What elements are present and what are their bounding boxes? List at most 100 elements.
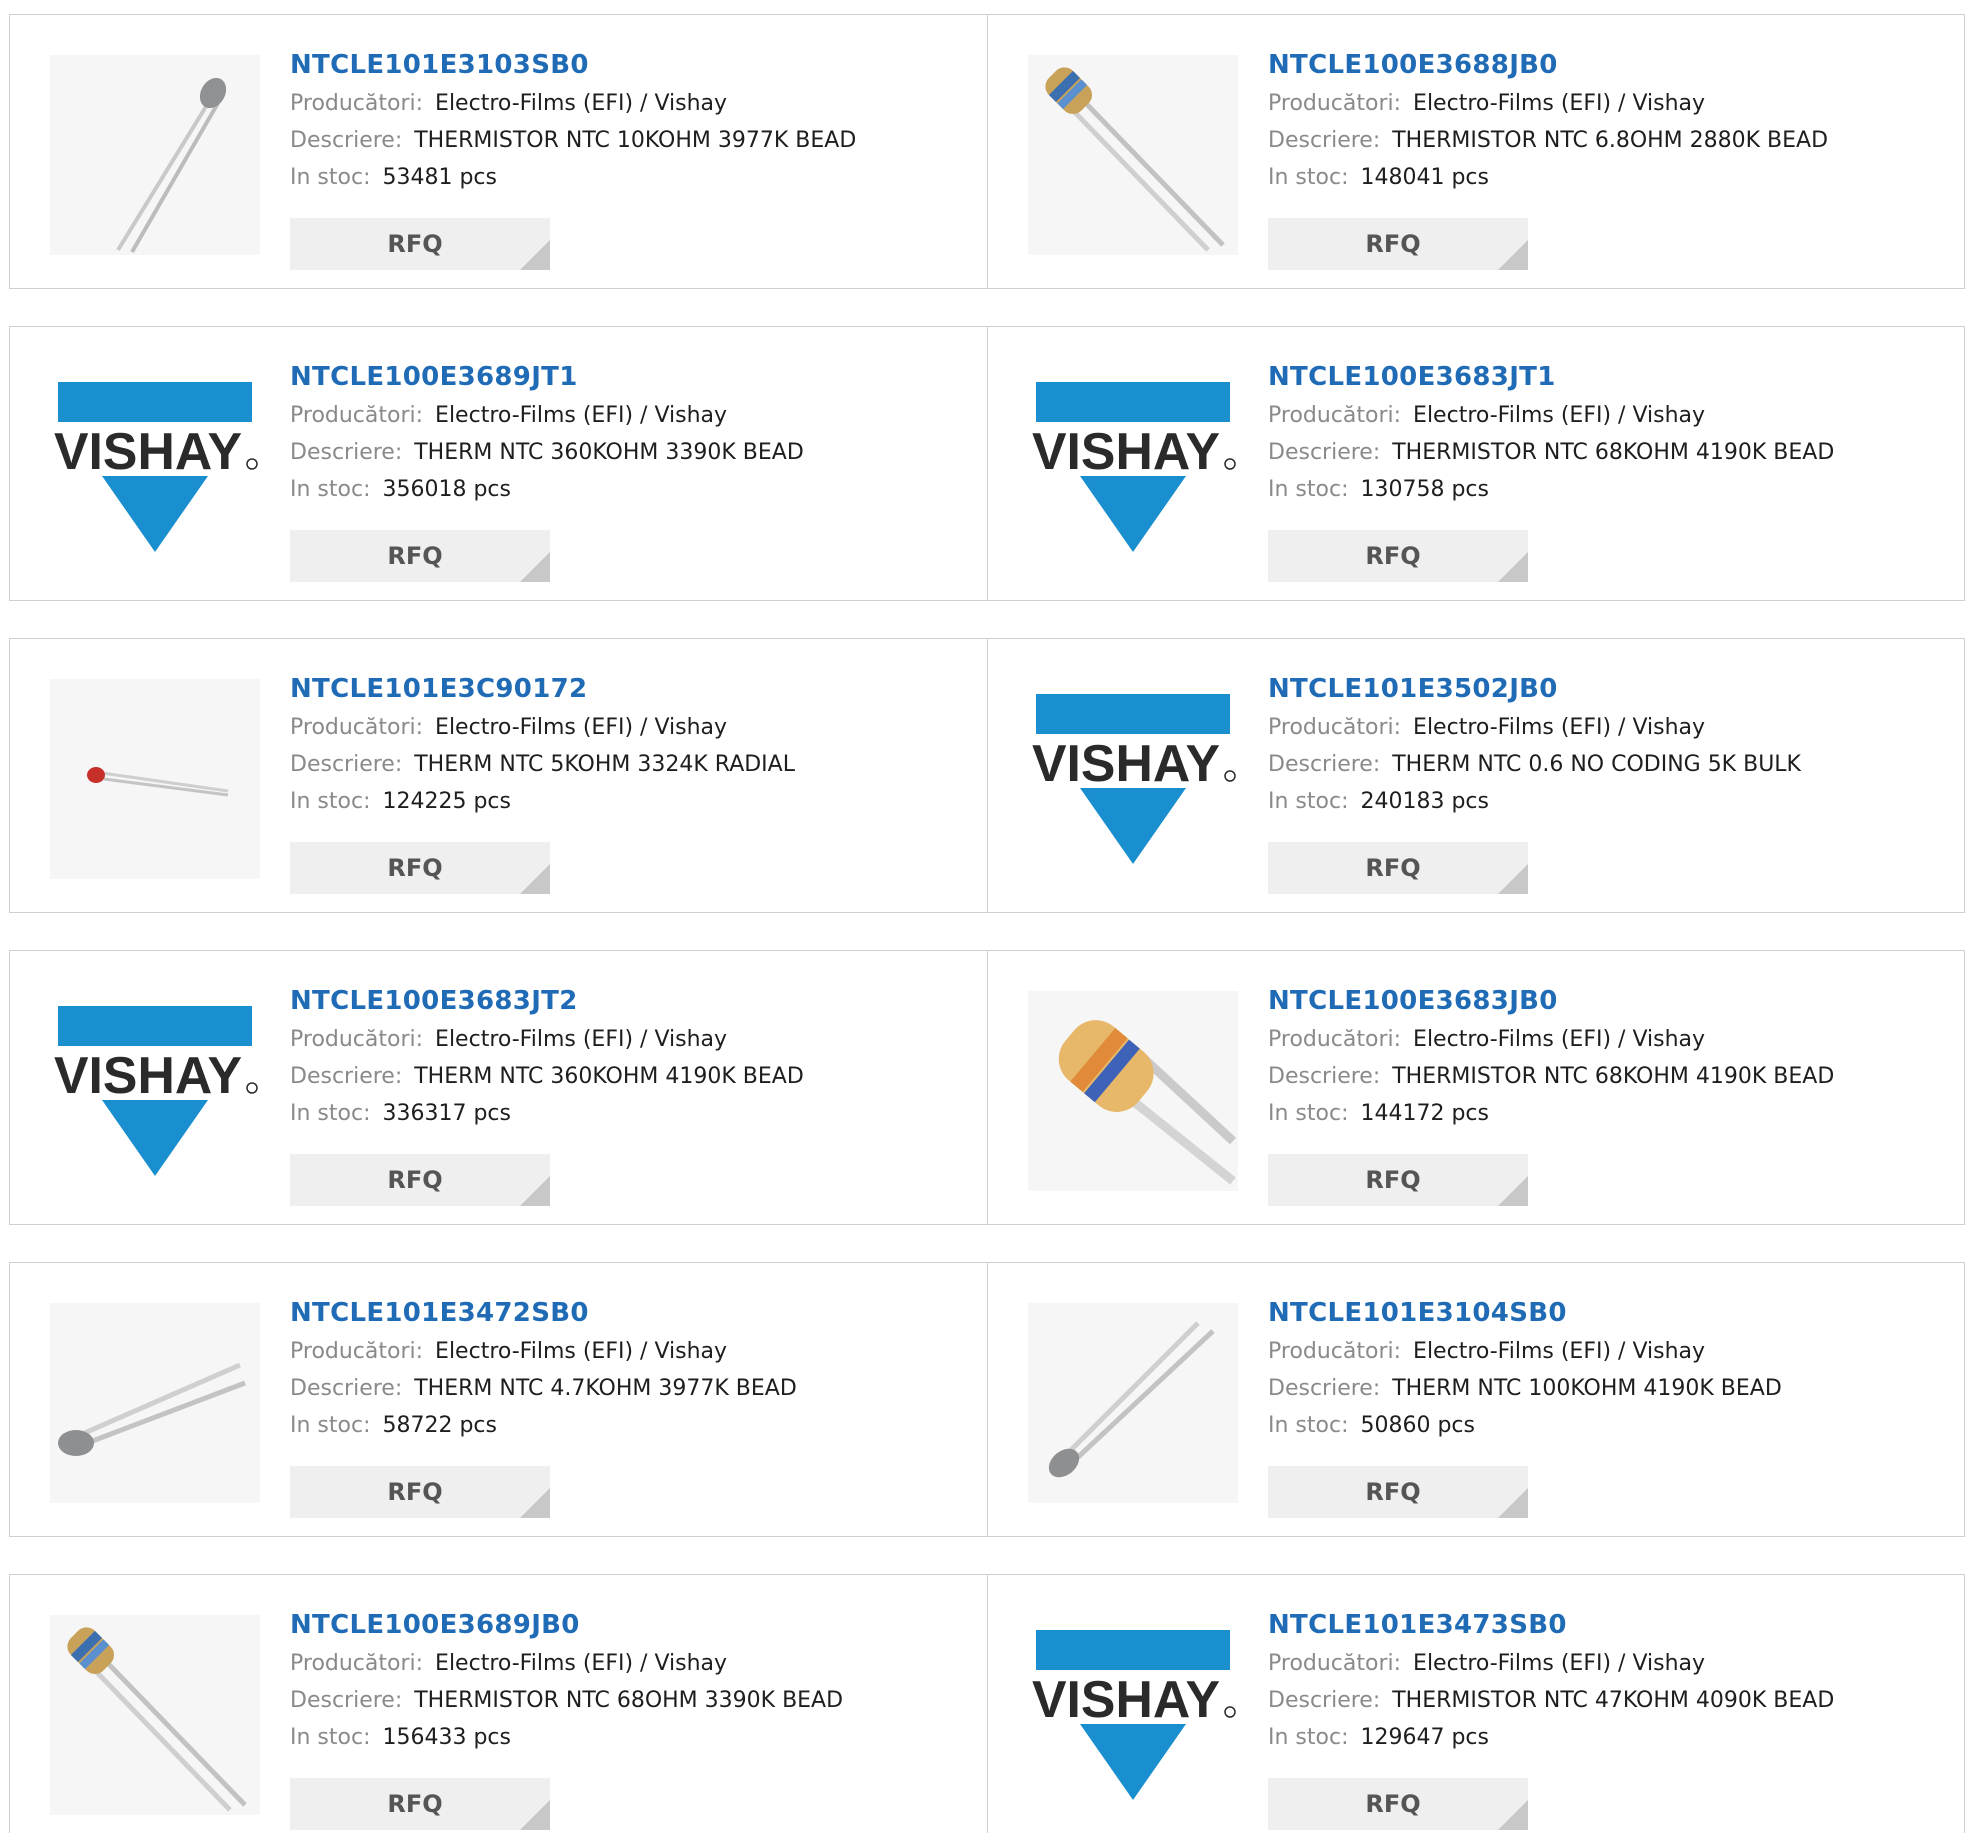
product-card: NTCLE101E3103SB0 Producători: Electro-Fil… xyxy=(10,15,987,288)
rfq-button[interactable]: RFQ xyxy=(290,530,550,582)
manufacturer-label: Producători: xyxy=(290,1339,424,1364)
product-info: NTCLE100E3683JT2 Producători: Electro-Fil… xyxy=(290,981,977,1132)
rfq-button[interactable]: RFQ xyxy=(290,842,550,894)
manufacturer-line: Producători: Electro-Films (EFI) / Vishay xyxy=(290,397,977,434)
product-name-link[interactable]: NTCLE100E3683JT1 xyxy=(1268,357,1954,397)
manufacturer-line: Producători: Electro-Films (EFI) / Vishay xyxy=(1268,1021,1954,1058)
product-name-link[interactable]: NTCLE100E3689JT1 xyxy=(290,357,977,397)
manufacturer-value: Electro-Films (EFI) / Vishay xyxy=(1413,1027,1706,1052)
logo-text: VISHAY xyxy=(1032,423,1220,481)
product-name-link[interactable]: NTCLE100E3683JT2 xyxy=(290,981,977,1021)
gray-bead-thermistor-icon[interactable] xyxy=(50,55,260,255)
manufacturer-value: Electro-Films (EFI) / Vishay xyxy=(1413,91,1706,116)
gray-bead-diagonal-thermistor-icon[interactable] xyxy=(1028,1303,1238,1503)
description-label: Descriere: xyxy=(1268,752,1381,777)
description-line: Descriere: THERM NTC 360KOHM 3390K BEAD xyxy=(290,434,977,471)
manufacturer-line: Producători: Electro-Films (EFI) / Vishay xyxy=(290,1333,977,1370)
corner-triangle-icon xyxy=(520,240,550,270)
rfq-button[interactable]: RFQ xyxy=(290,1466,550,1518)
stock-value: 156433 pcs xyxy=(382,1725,511,1750)
product-name-link[interactable]: NTCLE101E3472SB0 xyxy=(290,1293,977,1333)
product-card: NTCLE100E3688JB0 Producători: Electro-Fil… xyxy=(987,15,1964,288)
rfq-button[interactable]: RFQ xyxy=(1268,1778,1528,1830)
vishay-logo[interactable]: VISHAY xyxy=(1028,367,1238,567)
vishay-logo[interactable]: VISHAY xyxy=(1028,679,1238,879)
rfq-button[interactable]: RFQ xyxy=(290,1778,550,1830)
stock-line: In stoc: 58722 pcs xyxy=(290,1407,977,1444)
vishay-logo[interactable]: VISHAY xyxy=(50,991,260,1191)
corner-triangle-icon xyxy=(520,1800,550,1830)
corner-triangle-icon xyxy=(1498,552,1528,582)
product-row: VISHAY NTCLE100E3683JT2 Producători: Elec… xyxy=(9,950,1965,1225)
product-name-link[interactable]: NTCLE101E3502JB0 xyxy=(1268,669,1954,709)
red-bead-thermistor-icon[interactable] xyxy=(50,679,260,879)
rfq-label: RFQ xyxy=(1365,1790,1421,1818)
corner-triangle-icon xyxy=(520,552,550,582)
rfq-button[interactable]: RFQ xyxy=(290,1154,550,1206)
product-card: NTCLE101E3104SB0 Producători: Electro-Fil… xyxy=(987,1263,1964,1536)
manufacturer-label: Producători: xyxy=(1268,715,1402,740)
vishay-logo[interactable]: VISHAY xyxy=(50,367,260,567)
product-name-link[interactable]: NTCLE101E3C90172 xyxy=(290,669,977,709)
rfq-label: RFQ xyxy=(1365,230,1421,258)
product-info: NTCLE101E3104SB0 Producători: Electro-Fil… xyxy=(1268,1293,1954,1444)
product-card: VISHAY NTCLE100E3683JT1 Producători: Elec… xyxy=(987,327,1964,600)
description-value: THERMISTOR NTC 47KOHM 4090K BEAD xyxy=(1392,1688,1835,1713)
stock-line: In stoc: 130758 pcs xyxy=(1268,471,1954,508)
product-name-link[interactable]: NTCLE101E3473SB0 xyxy=(1268,1605,1954,1645)
product-card: VISHAY NTCLE100E3683JT2 Producători: Elec… xyxy=(10,951,987,1224)
product-card: NTCLE101E3C90172 Producători: Electro-Fil… xyxy=(10,639,987,912)
manufacturer-value: Electro-Films (EFI) / Vishay xyxy=(1413,403,1706,428)
rfq-button[interactable]: RFQ xyxy=(1268,1154,1528,1206)
rfq-button[interactable]: RFQ xyxy=(1268,1466,1528,1518)
product-name-link[interactable]: NTCLE100E3688JB0 xyxy=(1268,45,1954,85)
rfq-button[interactable]: RFQ xyxy=(1268,842,1528,894)
stock-line: In stoc: 240183 pcs xyxy=(1268,783,1954,820)
rfq-button[interactable]: RFQ xyxy=(290,218,550,270)
banded-bead-closeup-icon[interactable] xyxy=(1028,991,1238,1191)
banded-bead-thermistor-icon[interactable] xyxy=(50,1615,260,1815)
description-line: Descriere: THERMISTOR NTC 68KOHM 4190K BE… xyxy=(1268,434,1954,471)
product-card: VISHAY NTCLE100E3689JT1 Producători: Elec… xyxy=(10,327,987,600)
description-label: Descriere: xyxy=(1268,1064,1381,1089)
product-info: NTCLE101E3473SB0 Producători: Electro-Fil… xyxy=(1268,1605,1954,1756)
description-value: THERMISTOR NTC 10KOHM 3977K BEAD xyxy=(414,128,857,153)
rfq-button[interactable]: RFQ xyxy=(1268,530,1528,582)
stock-line: In stoc: 356018 pcs xyxy=(290,471,977,508)
product-card: NTCLE100E3683JB0 Producători: Electro-Fil… xyxy=(987,951,1964,1224)
manufacturer-label: Producători: xyxy=(1268,1339,1402,1364)
manufacturer-label: Producători: xyxy=(290,1651,424,1676)
description-line: Descriere: THERMISTOR NTC 47KOHM 4090K BE… xyxy=(1268,1682,1954,1719)
description-value: THERMISTOR NTC 68KOHM 4190K BEAD xyxy=(1392,440,1835,465)
description-label: Descriere: xyxy=(290,128,403,153)
rfq-label: RFQ xyxy=(387,854,443,882)
rfq-label: RFQ xyxy=(387,1790,443,1818)
vishay-logo[interactable]: VISHAY xyxy=(1028,1615,1238,1815)
description-line: Descriere: THERM NTC 360KOHM 4190K BEAD xyxy=(290,1058,977,1095)
manufacturer-value: Electro-Films (EFI) / Vishay xyxy=(435,1651,728,1676)
product-card: VISHAY NTCLE101E3473SB0 Producători: Elec… xyxy=(987,1575,1964,1833)
description-line: Descriere: THERM NTC 4.7KOHM 3977K BEAD xyxy=(290,1370,977,1407)
product-name-link[interactable]: NTCLE100E3689JB0 xyxy=(290,1605,977,1645)
stock-line: In stoc: 156433 pcs xyxy=(290,1719,977,1756)
manufacturer-value: Electro-Films (EFI) / Vishay xyxy=(1413,1339,1706,1364)
description-value: THERM NTC 360KOHM 3390K BEAD xyxy=(414,440,804,465)
rfq-label: RFQ xyxy=(387,230,443,258)
description-line: Descriere: THERM NTC 5KOHM 3324K RADIAL xyxy=(290,746,977,783)
gray-bead-left-thermistor-icon[interactable] xyxy=(50,1303,260,1503)
stock-value: 58722 pcs xyxy=(382,1413,497,1438)
product-name-link[interactable]: NTCLE100E3683JB0 xyxy=(1268,981,1954,1021)
description-label: Descriere: xyxy=(1268,440,1381,465)
stock-value: 144172 pcs xyxy=(1360,1101,1489,1126)
stock-line: In stoc: 148041 pcs xyxy=(1268,159,1954,196)
product-name-link[interactable]: NTCLE101E3104SB0 xyxy=(1268,1293,1954,1333)
manufacturer-line: Producători: Electro-Films (EFI) / Vishay xyxy=(1268,397,1954,434)
logo-text: VISHAY xyxy=(1032,1671,1220,1729)
description-line: Descriere: THERM NTC 0.6 NO CODING 5K BUL… xyxy=(1268,746,1954,783)
product-info: NTCLE100E3683JT1 Producători: Electro-Fil… xyxy=(1268,357,1954,508)
rfq-button[interactable]: RFQ xyxy=(1268,218,1528,270)
corner-triangle-icon xyxy=(1498,864,1528,894)
product-grid: NTCLE101E3103SB0 Producători: Electro-Fil… xyxy=(0,0,1965,1833)
product-name-link[interactable]: NTCLE101E3103SB0 xyxy=(290,45,977,85)
banded-bead-thermistor-icon[interactable] xyxy=(1028,55,1238,255)
